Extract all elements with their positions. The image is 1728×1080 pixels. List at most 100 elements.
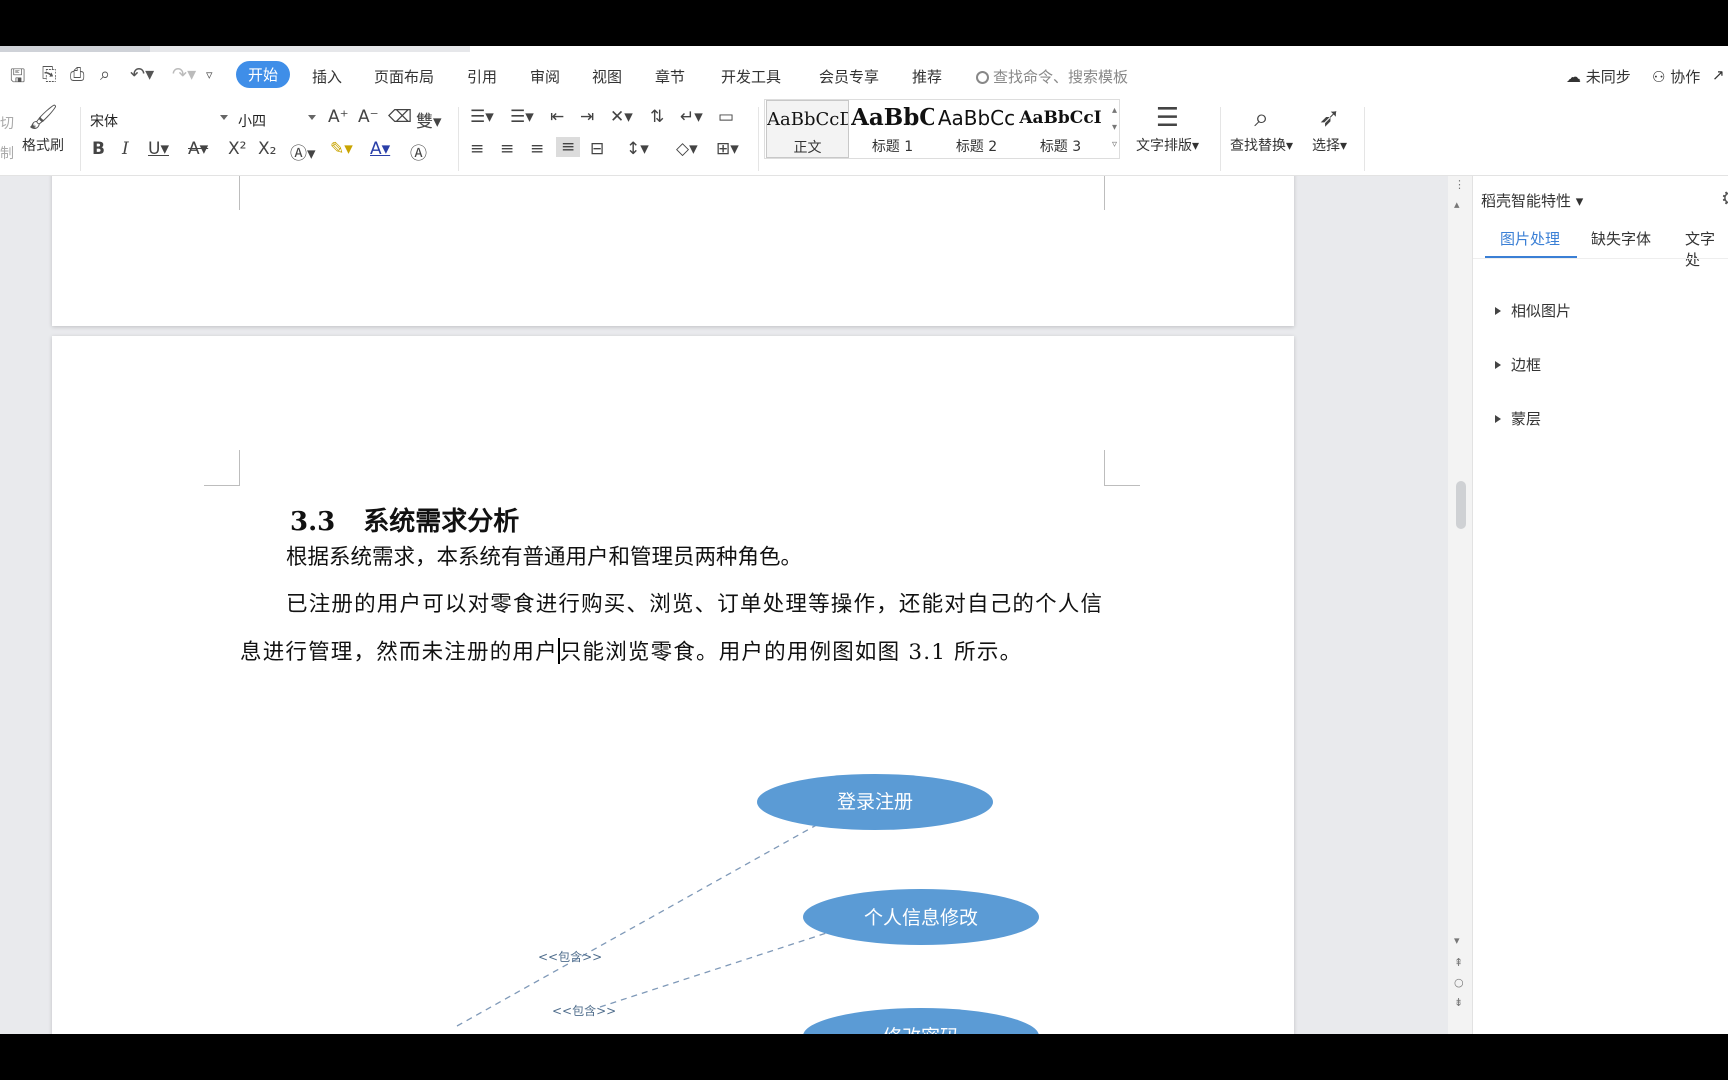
export-icon[interactable]: ⎘ (42, 64, 56, 85)
phonetic-icon[interactable]: 雙▾ (416, 107, 442, 132)
document-area[interactable]: 3.3 系统需求分析 根据系统需求，本系统有普通用户和管理员两种角色。 已注册的用… (0, 176, 1455, 1034)
panel-title[interactable]: 稻壳智能特性 ▾ (1481, 190, 1583, 211)
style-heading-1[interactable]: AaBbC 标题 1 (851, 100, 934, 158)
section-mask[interactable]: 蒙层 (1495, 408, 1541, 429)
tab-image-processing[interactable]: 图片处理 (1500, 228, 1560, 249)
sort-icon[interactable]: ⇅ (650, 107, 664, 127)
current-page[interactable]: 3.3 系统需求分析 根据系统需求，本系统有普通用户和管理员两种角色。 已注册的用… (52, 336, 1294, 1034)
use-case-login-label: 登录注册 (837, 791, 913, 813)
gear-icon[interactable]: ⚙ (1721, 186, 1728, 210)
cut-button[interactable]: 切 (0, 113, 14, 133)
prev-page-icon[interactable]: ⇞ (1454, 956, 1463, 969)
redo-icon[interactable]: ↷▾ (172, 64, 196, 85)
style-normal[interactable]: AaBbCcDd 正文 (766, 100, 849, 158)
underline-icon[interactable]: U▾ (148, 139, 169, 159)
include-label-1: <<包含>> (538, 949, 602, 964)
save-icon[interactable]: 🖫 (10, 64, 25, 94)
tab-member[interactable]: 会员专享 (819, 66, 879, 87)
find-replace-button[interactable]: ⌕ 查找替换▾ (1230, 101, 1293, 155)
text-layout-button[interactable]: ☰ 文字排版▾ (1136, 101, 1199, 155)
scroll-down-icon[interactable]: ▾ (1454, 934, 1460, 947)
undo-icon[interactable]: ↶▾ (130, 64, 154, 85)
format-painter-button[interactable]: 🖌 格式刷 (22, 103, 64, 155)
bullet-list-icon[interactable]: ☰▾ (470, 107, 494, 127)
superscript-icon[interactable]: X² (228, 139, 246, 159)
section-border[interactable]: 边框 (1495, 354, 1541, 375)
tab-missing-fonts[interactable]: 缺失字体 (1591, 228, 1651, 249)
sync-status[interactable]: ☁ 未同步 (1566, 66, 1631, 87)
section-similar-images[interactable]: 相似图片 (1495, 300, 1571, 321)
italic-icon[interactable]: I (122, 139, 129, 159)
shrink-font-icon[interactable]: A⁻ (358, 107, 379, 127)
copy-button[interactable]: 制 (0, 143, 14, 163)
tab-text-processing[interactable]: 文字处 (1685, 228, 1728, 270)
style-sample: AaBbCcI (1019, 108, 1102, 128)
include-line-2 (599, 925, 849, 1008)
tab-review[interactable]: 审阅 (530, 66, 560, 87)
tab-page-layout[interactable]: 页面布局 (374, 66, 434, 87)
align-center-icon[interactable]: ≡ (500, 139, 514, 159)
vertical-scrollbar[interactable]: ⋮ ▴ ▾ ⇞ ○ ⇟ (1448, 176, 1472, 1034)
style-sample: AaBbC (851, 104, 934, 131)
split-handle-icon[interactable]: ⋮ (1454, 178, 1465, 191)
app-window: 🖫 ⎘ ⎙ ⌕ ↶▾ ↷▾ ▿ 开始 插入 页面布局 引用 审阅 视图 章节 开… (0, 46, 1728, 1034)
use-case-change-password[interactable]: 修改密码 (803, 1008, 1039, 1034)
line-spacing-icon[interactable]: ↕▾ (626, 139, 649, 159)
align-left-icon[interactable]: ≡ (470, 139, 484, 159)
style-heading-3[interactable]: AaBbCcI 标题 3 (1019, 100, 1102, 158)
align-right-icon[interactable]: ≡ (530, 139, 544, 159)
decrease-indent-icon[interactable]: ⇤ (550, 107, 564, 127)
tab-insert[interactable]: 插入 (312, 66, 342, 87)
numbered-list-icon[interactable]: ☰▾ (510, 107, 534, 127)
scroll-thumb[interactable] (1456, 481, 1466, 529)
find-replace-label: 查找替换▾ (1230, 138, 1294, 154)
text-effect-icon[interactable]: Ⓐ▾ (290, 139, 316, 164)
divider (1364, 107, 1365, 171)
justify-icon[interactable]: ≡ (556, 137, 581, 157)
select-button[interactable]: ➶ 选择▾ (1312, 101, 1347, 155)
grow-font-icon[interactable]: A⁺ (328, 107, 349, 127)
chinese-layout-icon[interactable]: ✕▾ (610, 107, 633, 127)
print-preview-icon[interactable]: ⌕ (100, 64, 110, 85)
bold-icon[interactable]: B (92, 139, 105, 159)
print-icon[interactable]: ⎙ (70, 64, 84, 85)
highlight-icon[interactable]: ✎▾ (330, 139, 353, 159)
use-case-login[interactable]: 登录注册 (757, 774, 993, 830)
ribbon-home: 切 制 🖌 格式刷 宋体 小四 A⁺ A⁻ ⌫ 雙▾ B I U▾ A▾ X² … (0, 99, 1728, 176)
gallery-scroll[interactable]: ▴ ▾ ▿ (1112, 102, 1117, 153)
distributed-icon[interactable]: ⊟ (590, 139, 604, 159)
customize-icon[interactable]: ▿ (206, 68, 213, 83)
tab-home[interactable]: 开始 (236, 61, 291, 88)
use-case-profile-edit[interactable]: 个人信息修改 (803, 889, 1039, 945)
font-color-icon[interactable]: A▾ (370, 139, 390, 159)
expand-arrow-icon (1495, 307, 1501, 315)
next-page-icon[interactable]: ⇟ (1454, 996, 1463, 1009)
divider (1220, 107, 1221, 171)
font-name-select[interactable]: 宋体 (86, 107, 232, 131)
tab-chapter[interactable]: 章节 (655, 66, 685, 87)
styles-gallery: AaBbCcDd 正文 AaBbC 标题 1 AaBbCc 标题 2 AaBbC… (764, 99, 1120, 159)
strikethrough-icon[interactable]: A▾ (188, 139, 208, 159)
tab-view[interactable]: 视图 (592, 66, 622, 87)
show-marks-icon[interactable]: ↵▾ (680, 107, 703, 127)
shading-icon[interactable]: ◇▾ (676, 139, 698, 159)
chevron-down-icon (308, 115, 316, 120)
tab-references[interactable]: 引用 (467, 66, 497, 87)
share-icon[interactable]: ↗ (1712, 66, 1725, 84)
borders-icon[interactable]: ⊞▾ (716, 139, 739, 159)
command-search[interactable]: 查找命令、搜索模板 (976, 66, 1128, 87)
tab-developer[interactable]: 开发工具 (721, 66, 781, 87)
scroll-up-icon[interactable]: ▴ (1454, 198, 1460, 211)
browse-object-icon[interactable]: ○ (1454, 976, 1464, 989)
style-heading-2[interactable]: AaBbCc 标题 2 (935, 100, 1018, 158)
tab-recommend[interactable]: 推荐 (912, 66, 942, 87)
text-layout-label: 文字排版▾ (1136, 138, 1200, 154)
collab-button[interactable]: ⚇ 协作 (1652, 66, 1700, 87)
use-case-diagram[interactable]: <<包含>> <<包含>> 登录注册 个人信息修改 修改密码 (52, 336, 1294, 1034)
font-size-select[interactable]: 小四 (234, 107, 320, 131)
increase-indent-icon[interactable]: ⇥ (580, 107, 594, 127)
subscript-icon[interactable]: X₂ (258, 139, 276, 159)
ruler-icon[interactable]: ▭ (718, 107, 734, 127)
char-border-icon[interactable]: Ⓐ (410, 139, 427, 164)
clear-format-icon[interactable]: ⌫ (388, 107, 412, 127)
